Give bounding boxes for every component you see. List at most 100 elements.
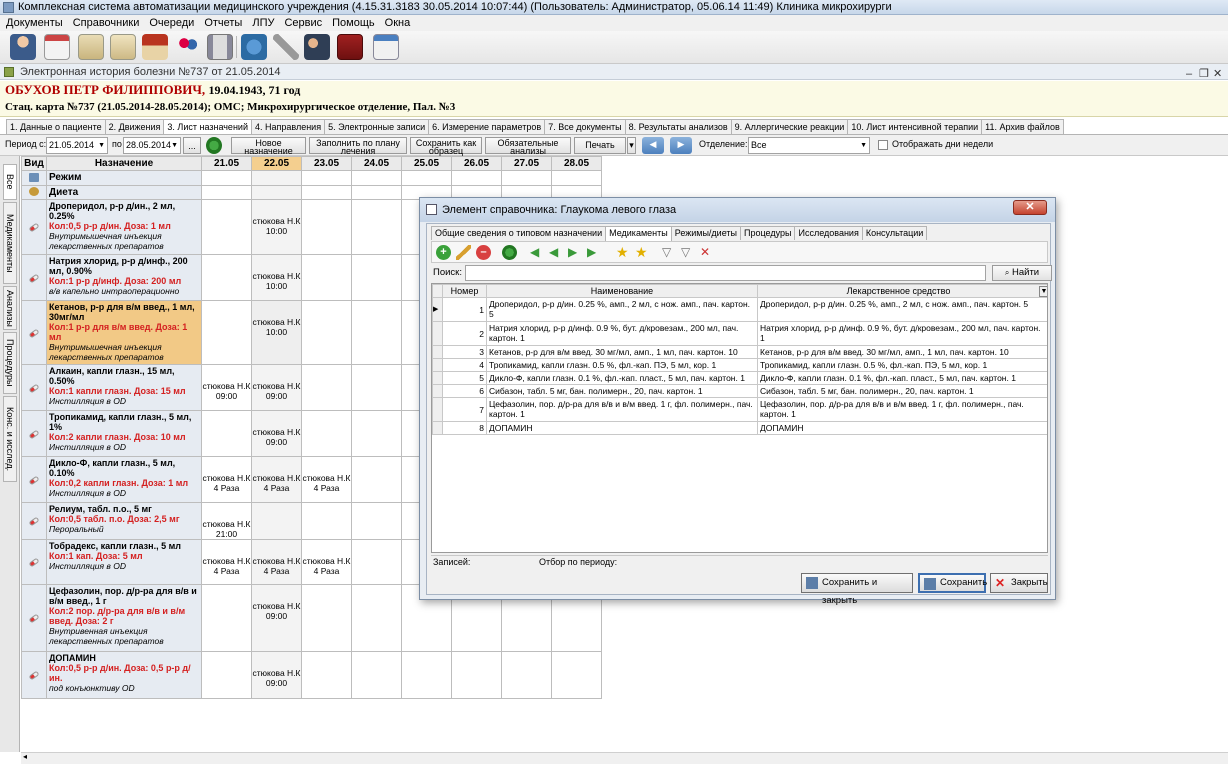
schedule-cell[interactable] <box>351 651 402 699</box>
schedule-cell[interactable] <box>351 502 402 540</box>
save-button[interactable]: Сохранить <box>918 573 987 593</box>
refresh-list-icon[interactable] <box>502 245 517 260</box>
schedule-cell[interactable] <box>201 584 252 652</box>
calendar-icon[interactable] <box>44 34 70 60</box>
move-last-icon[interactable]: ▶ <box>587 245 602 260</box>
schedule-cell[interactable] <box>451 651 502 699</box>
grid-cell[interactable] <box>351 170 402 186</box>
grid-cell[interactable] <box>451 170 502 186</box>
schedule-cell[interactable] <box>201 254 252 301</box>
required-tests-button[interactable]: Обязательные анализы <box>485 137 571 156</box>
sidebar-tab-procedures[interactable]: Процедуры <box>3 332 17 394</box>
prescription-cell[interactable]: Цефазолин, пор. д/р-ра для в/в и в/м вве… <box>46 584 202 652</box>
save-as-template-button[interactable]: Сохранить как образец <box>410 137 482 156</box>
tab-referrals[interactable]: 4. Направления <box>250 119 326 134</box>
schedule-cell[interactable] <box>551 651 602 699</box>
medication-row[interactable]: 2 Натрия хлорид, р-р д/инф. 0.9 %, бут. д… <box>432 321 1047 346</box>
card-file-icon[interactable] <box>78 34 104 60</box>
schedule-cell[interactable]: стюкова Н.К 10:00 <box>251 300 302 365</box>
dialog-close-icon[interactable]: ✕ <box>1013 200 1047 215</box>
grid-cell[interactable] <box>351 185 402 200</box>
hospital-icon[interactable] <box>207 34 233 60</box>
schedule-cell[interactable] <box>251 502 302 540</box>
grid-cell[interactable] <box>401 170 452 186</box>
menu-service[interactable]: Сервис <box>280 15 326 31</box>
inbox-icon[interactable] <box>241 34 267 60</box>
fill-by-plan-button[interactable]: Заполнить по плану лечения <box>309 137 407 156</box>
date-from-field[interactable]: 21.05.2014 ▼ <box>46 137 108 154</box>
menu-queues[interactable]: Очереди <box>145 15 198 31</box>
move-next-icon[interactable]: ▶ <box>568 245 583 260</box>
grid-cell[interactable] <box>501 170 552 186</box>
schedule-cell[interactable]: стюкова Н.К 4 Раза <box>301 539 352 585</box>
medication-row[interactable]: 7 Цефазолин, пор. д/р-ра для в/в и в/м вв… <box>432 397 1047 422</box>
sidebar-tab-consultations[interactable]: Конс. и исслед. <box>3 396 17 482</box>
schedule-cell[interactable] <box>351 539 402 585</box>
id-card-icon[interactable] <box>110 34 136 60</box>
schedule-cell[interactable]: стюкова Н.К 09:00 <box>251 364 302 411</box>
prescription-cell[interactable]: Алкаин, капли глазн., 15 мл, 0.50% Кол:1 … <box>46 364 202 411</box>
filter-icon[interactable]: ▽ <box>662 245 677 260</box>
medication-row[interactable]: 6 Сибазон, табл. 5 мг, бан. полимерн., 20… <box>432 384 1047 398</box>
add-icon[interactable]: + <box>436 245 451 260</box>
arrow-left-icon[interactable]: ◀ <box>642 137 664 154</box>
schedule-cell[interactable] <box>351 199 402 255</box>
period-picker-button[interactable]: ... <box>183 137 201 154</box>
save-and-close-button[interactable]: Сохранить и закрыть <box>801 573 913 606</box>
menu-help[interactable]: Помощь <box>328 15 379 31</box>
delete-icon[interactable]: – <box>476 245 491 260</box>
filter-apply-icon[interactable]: ▽ <box>681 245 696 260</box>
tab-all-documents[interactable]: 7. Все документы <box>544 119 626 134</box>
schedule-cell[interactable] <box>301 651 352 699</box>
grid-cell[interactable] <box>551 170 602 186</box>
move-first-icon[interactable]: ◀ <box>530 245 545 260</box>
menu-reports[interactable]: Отчеты <box>200 15 246 31</box>
refresh-icon[interactable] <box>206 137 222 154</box>
close-button[interactable]: ✕ Закрыть <box>990 573 1048 593</box>
dialog-tab-medications[interactable]: Медикаменты <box>605 226 672 241</box>
schedule-cell[interactable] <box>201 410 252 457</box>
schedule-cell[interactable]: стюкова Н.К 4 Раза <box>201 539 252 585</box>
schedule-cell[interactable] <box>201 199 252 255</box>
schedule-cell[interactable] <box>351 300 402 365</box>
schedule-cell[interactable] <box>201 651 252 699</box>
house-icon[interactable] <box>142 34 168 60</box>
schedule-cell[interactable]: стюкова Н.К 10:00 <box>251 254 302 301</box>
prescription-cell[interactable]: Тропикамид, капли глазн., 5 мл, 1% Кол:2 … <box>46 410 202 457</box>
print-button[interactable]: Печать <box>574 137 626 154</box>
staff-icon[interactable] <box>304 34 330 60</box>
restore-icon[interactable]: ❐ <box>1199 66 1209 82</box>
grid-cell[interactable] <box>251 185 302 200</box>
medication-row[interactable]: 4 Тропикамид, капли глазн. 0.5 %, фл.-кап… <box>432 358 1047 372</box>
schedule-cell[interactable] <box>351 410 402 457</box>
prescription-row[interactable]: ДОПАМИН Кол:0,5 р-р д/ин. Доза: 0,5 р-р д… <box>21 651 602 699</box>
schedule-cell[interactable] <box>301 254 352 301</box>
prescription-cell[interactable]: Натрия хлорид, р-р д/инф., 200 мл, 0.90%… <box>46 254 202 301</box>
menu-lpu[interactable]: ЛПУ <box>248 15 278 31</box>
schedule-cell[interactable] <box>301 199 352 255</box>
date-to-field[interactable]: 28.05.2014 ▼ <box>123 137 181 154</box>
schedule-cell[interactable]: стюкова Н.К 21:00 <box>201 502 252 540</box>
department-select[interactable]: Все ▼ <box>748 137 870 154</box>
arrow-right-icon[interactable]: ▶ <box>670 137 692 154</box>
dialog-tab-regimens[interactable]: Режимы/диеты <box>670 226 742 240</box>
medication-row[interactable]: 5 Дикло-Ф, капли глазн. 0.1 %, фл.-кап. п… <box>432 371 1047 385</box>
schedule-cell[interactable] <box>301 502 352 540</box>
schedule-cell[interactable]: стюкова Н.К 09:00 <box>251 584 302 652</box>
grid-cell[interactable] <box>251 170 302 186</box>
medication-row[interactable]: 8 ДОПАМИН ДОПАМИН <box>432 421 1047 435</box>
schedule-cell[interactable] <box>351 364 402 411</box>
people-icon[interactable] <box>175 34 201 60</box>
prescription-cell[interactable]: Дикло-Ф, капли глазн., 5 мл, 0.10% Кол:0,… <box>46 456 202 503</box>
close-icon[interactable]: ✕ <box>1213 66 1222 82</box>
schedule-cell[interactable]: стюкова Н.К 4 Раза <box>251 456 302 503</box>
schedule-cell[interactable]: стюкова Н.К 09:00 <box>201 364 252 411</box>
prescription-cell[interactable]: Тобрадекс, капли глазн., 5 мл Кол:1 кап. … <box>46 539 202 585</box>
dialog-tab-general[interactable]: Общие сведения о типовом назначении <box>431 226 607 240</box>
tab-lab-results[interactable]: 8. Результаты анализов <box>624 119 732 134</box>
tab-file-archive[interactable]: 11. Архив файлов <box>981 119 1064 134</box>
new-prescription-button[interactable]: Новое назначение <box>231 137 306 156</box>
schedule-cell[interactable]: стюкова Н.К 09:00 <box>251 410 302 457</box>
filter-clear-icon[interactable]: ✕ <box>700 245 715 260</box>
sidebar-tab-medications[interactable]: Медикаменты <box>3 202 17 284</box>
